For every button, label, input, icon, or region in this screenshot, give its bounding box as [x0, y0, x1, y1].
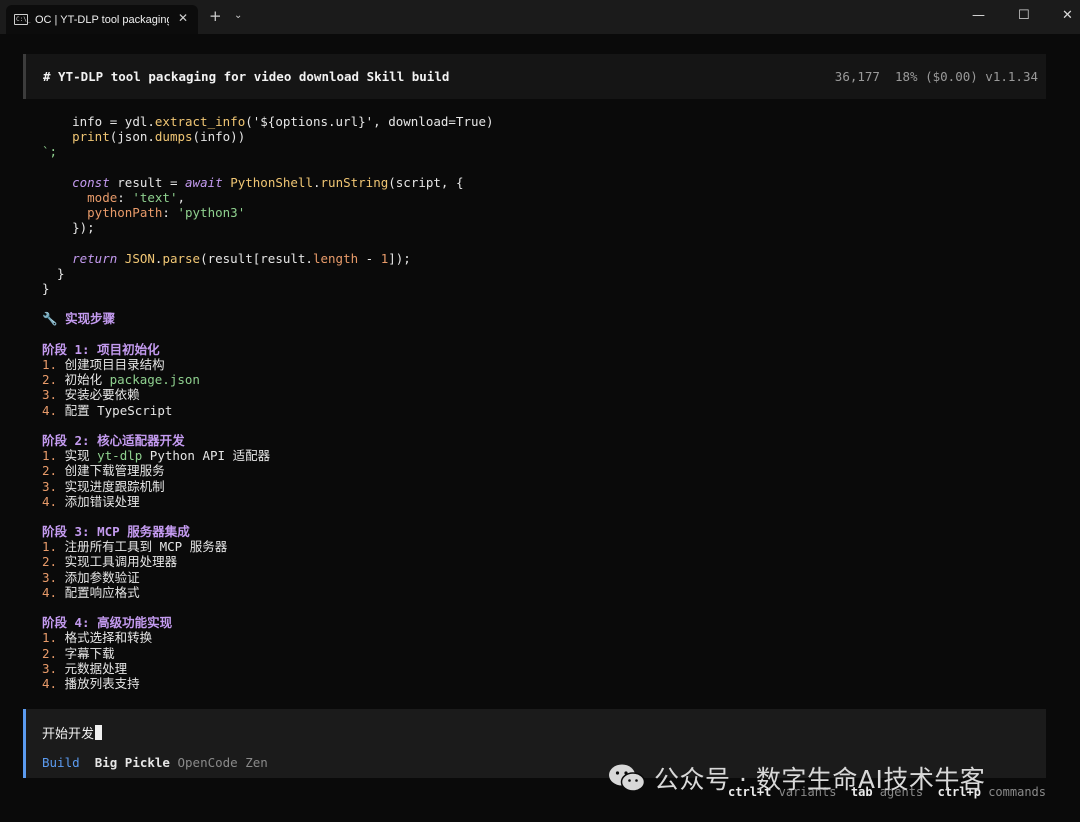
code-line: pythonPath: 'python3': [87, 205, 246, 221]
code-line: }: [42, 265, 65, 281]
maximize-button[interactable]: ☐: [1018, 8, 1030, 24]
list-item: 4. 配置响应格式: [42, 584, 140, 600]
model-name[interactable]: Big Pickle: [95, 755, 170, 770]
close-tab-icon[interactable]: ✕: [178, 11, 188, 25]
watermark: 公众号 · 数字生命AI技术牛客: [608, 760, 985, 796]
code-line: info = ydl.extract_info('${options.url}'…: [72, 114, 494, 129]
prompt-input[interactable]: 开始开发: [42, 723, 103, 742]
agent-status: Build Big Pickle OpenCode Zen: [42, 755, 268, 770]
code-line: return JSON.parse(result[result.length -…: [72, 250, 411, 266]
stage-title: 阶段 1: 项目初始化: [42, 341, 160, 357]
list-item: 1. 注册所有工具到 MCP 服务器: [42, 539, 228, 555]
code-line: });: [42, 220, 95, 236]
list-item: 2. 实现工具调用处理器: [42, 554, 178, 570]
text-cursor: [95, 725, 103, 740]
wechat-icon: [609, 764, 646, 792]
plan-heading: 🔧 实现步骤: [42, 311, 116, 327]
new-tab-button[interactable]: +: [209, 9, 222, 24]
close-window-button[interactable]: ✕: [1062, 8, 1073, 24]
session-header: # YT-DLP tool packaging for video downlo…: [23, 54, 1046, 99]
stage-title: 阶段 2: 核心适配器开发: [42, 432, 185, 448]
list-item: 3. 安装必要依赖: [42, 387, 140, 403]
code-line: }: [42, 281, 50, 297]
chevron-down-icon[interactable]: ⌄: [234, 10, 242, 21]
list-item: 3. 添加参数验证: [42, 569, 140, 585]
tab-title: OC | YT-DLP tool packaging fo: [35, 13, 169, 26]
list-item: 1. 实现 yt-dlp Python API 适配器: [42, 448, 271, 464]
terminal-area: # YT-DLP tool packaging for video downlo…: [0, 34, 1080, 822]
conversation-content: info = ydl.extract_info('${options.url}'…: [42, 114, 494, 691]
list-item: 4. 配置 TypeScript: [42, 402, 173, 418]
list-item: 3. 元数据处理: [42, 660, 128, 676]
list-item: 2. 初始化 package.json: [42, 372, 200, 388]
terminal-icon: C:\_: [14, 14, 31, 25]
list-item: 1. 格式选择和转换: [42, 630, 153, 646]
list-item: 3. 实现进度跟踪机制: [42, 478, 165, 494]
list-item: 1. 创建项目目录结构: [42, 357, 165, 372]
session-stats: 36,177 18% ($0.00) v1.1.34: [834, 69, 1038, 84]
session-title: # YT-DLP tool packaging for video downlo…: [43, 69, 450, 84]
agent-mode[interactable]: Build: [42, 755, 80, 770]
code-line: const result = await PythonShell.runStri…: [72, 174, 464, 190]
stage-title: 阶段 4: 高级功能实现: [42, 615, 173, 631]
list-item: 2. 字幕下载: [42, 645, 115, 661]
stage-title: 阶段 3: MCP 服务器集成: [42, 524, 190, 540]
list-item: 4. 播放列表支持: [42, 675, 140, 691]
code-line: mode: 'text',: [87, 189, 186, 205]
list-item: 2. 创建下载管理服务: [42, 463, 165, 479]
watermark-text: 公众号 · 数字生命AI技术牛客: [654, 765, 986, 794]
plan-stages: 阶段 1: 项目初始化 1. 创建项目目录结构 2. 初始化 package.jso…: [42, 342, 494, 691]
code-line: print(json.dumps(info)): [72, 129, 246, 145]
window-titlebar: C:\_ OC | YT-DLP tool packaging fo ✕ + ⌄…: [0, 0, 1080, 34]
terminal-tab[interactable]: C:\_ OC | YT-DLP tool packaging fo ✕: [6, 5, 198, 34]
minimize-button[interactable]: —: [972, 8, 985, 24]
provider-name: OpenCode Zen: [177, 755, 268, 770]
list-item: 4. 添加错误处理: [42, 493, 140, 509]
code-line: `;: [42, 144, 58, 160]
